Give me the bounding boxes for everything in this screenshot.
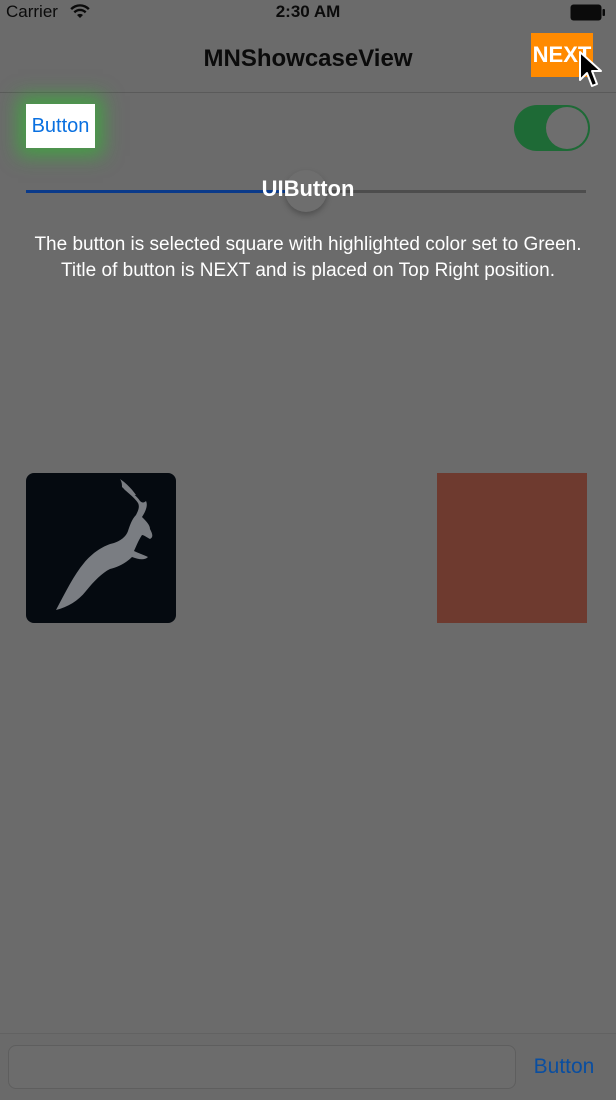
- toggle-switch[interactable]: [514, 105, 590, 151]
- toggle-knob[interactable]: [546, 107, 588, 149]
- showcase-description: The button is selected square with highl…: [34, 234, 582, 281]
- status-bar: Carrier 2:30 AM: [0, 0, 616, 26]
- color-box: [437, 473, 587, 623]
- cursor-icon: [579, 51, 602, 87]
- bottom-button[interactable]: Button: [522, 1045, 606, 1089]
- highlighted-button[interactable]: Button: [26, 104, 95, 148]
- showcase-title: UIButton: [261, 176, 355, 201]
- text-input[interactable]: [8, 1045, 516, 1089]
- status-time: 2:30 AM: [275, 2, 341, 21]
- leaping-goat-icon: [56, 479, 153, 610]
- battery-icon: [570, 4, 605, 21]
- navigation-bar: MNShowcaseView NEXT: [0, 26, 616, 93]
- nav-title: MNShowcaseView: [203, 45, 413, 72]
- logo-image: [26, 473, 176, 623]
- bottom-toolbar: Button: [0, 1033, 616, 1100]
